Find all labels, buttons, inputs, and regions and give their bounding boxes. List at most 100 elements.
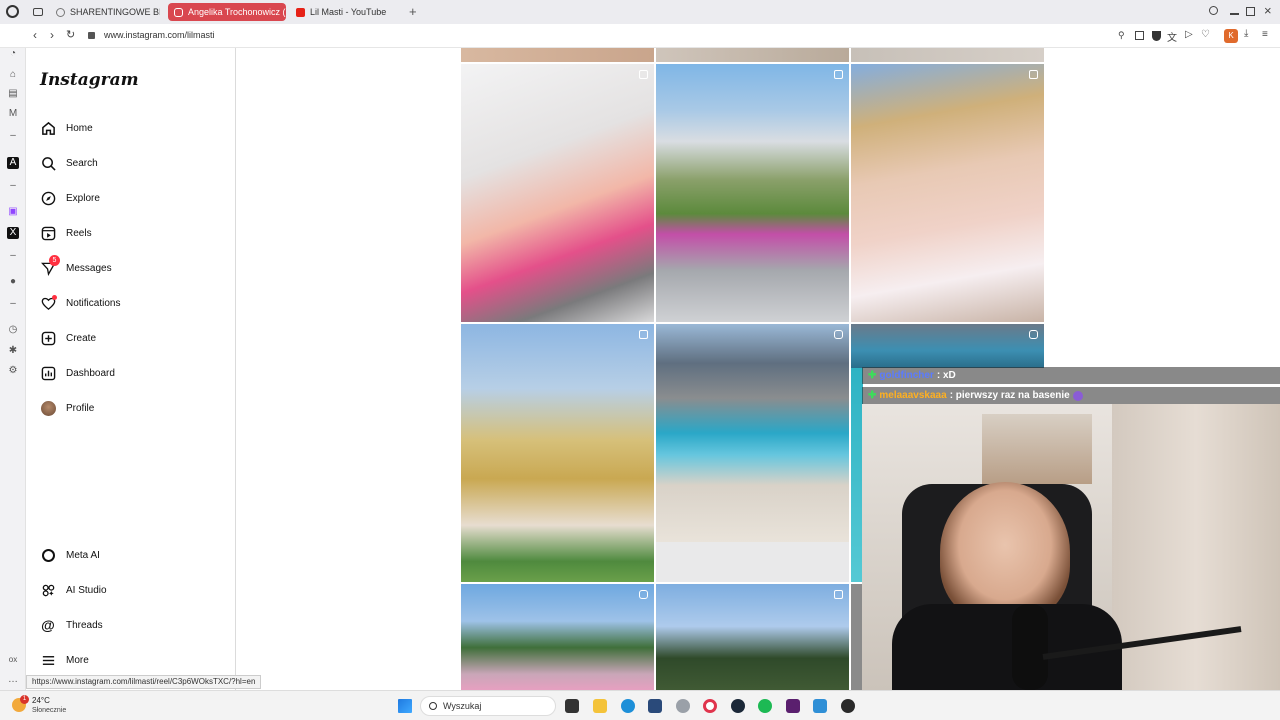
opera-icon[interactable] bbox=[703, 699, 717, 713]
aria-icon[interactable]: ◔ bbox=[7, 48, 19, 60]
post-thumbnail[interactable] bbox=[851, 48, 1044, 62]
nav-notifications[interactable]: Notifications bbox=[40, 295, 120, 311]
ox-icon[interactable]: ox bbox=[7, 654, 19, 666]
shield-icon[interactable] bbox=[1152, 31, 1161, 41]
chatgpt-icon[interactable]: ▤ bbox=[7, 88, 19, 100]
post-thumbnail[interactable] bbox=[461, 584, 654, 690]
post-thumbnail[interactable] bbox=[851, 324, 1044, 368]
file-explorer-icon[interactable] bbox=[593, 699, 607, 713]
nav-label: Reels bbox=[66, 227, 92, 239]
app-icon[interactable] bbox=[841, 699, 855, 713]
weather-temp[interactable]: 24°C bbox=[32, 696, 50, 705]
search-icon bbox=[429, 702, 437, 710]
post-thumbnail[interactable] bbox=[656, 584, 849, 690]
twitch-icon[interactable]: ▣ bbox=[7, 206, 19, 218]
search-icon bbox=[40, 155, 56, 171]
store-icon[interactable] bbox=[648, 699, 662, 713]
post-thumbnail[interactable] bbox=[461, 64, 654, 322]
browser-tab-bar: SHARENTINGOWE BINGO Angelika Trochonowic… bbox=[0, 0, 1280, 24]
more-icon[interactable]: … bbox=[7, 674, 19, 686]
restore-icon[interactable] bbox=[1246, 7, 1255, 16]
download-icon[interactable]: ⤓ bbox=[1244, 28, 1248, 39]
tab-label: SHARENTINGOWE BINGO bbox=[70, 7, 160, 17]
tab-label: Angelika Trochonowicz ( bbox=[188, 7, 286, 17]
nav-messages[interactable]: 5 Messages bbox=[40, 255, 112, 276]
post-thumbnail[interactable] bbox=[656, 48, 849, 62]
edge-icon[interactable] bbox=[621, 699, 635, 713]
post-thumbnail[interactable] bbox=[656, 324, 849, 542]
post-thumbnail[interactable] bbox=[461, 48, 654, 62]
steam-icon[interactable] bbox=[731, 699, 745, 713]
post-thumbnail[interactable] bbox=[461, 324, 654, 582]
nav-reels[interactable]: Reels bbox=[40, 225, 92, 241]
divider-icon: – bbox=[10, 298, 16, 309]
notification-dot bbox=[52, 295, 57, 300]
chat-text: : xD bbox=[936, 370, 956, 381]
app-icon[interactable]: A bbox=[7, 157, 19, 169]
nav-home[interactable]: Home bbox=[40, 120, 93, 136]
nav-create[interactable]: Create bbox=[40, 330, 96, 346]
pin-icon[interactable]: ⚲ bbox=[1118, 30, 1125, 41]
nav-label: Search bbox=[66, 157, 98, 169]
player-icon[interactable]: ▷ bbox=[1185, 29, 1193, 40]
instagram-sidebar: Instagram Home Search Explore Reels 5 Me… bbox=[26, 48, 236, 690]
tab-instagram[interactable]: Angelika Trochonowicz ( bbox=[168, 3, 286, 21]
windows-taskbar: 1 24°C Słonecznie Wyszukaj bbox=[0, 690, 1280, 720]
nav-meta-ai[interactable]: Meta AI bbox=[40, 547, 100, 563]
easy-setup-icon[interactable]: ≡ bbox=[1262, 29, 1268, 40]
notepad-icon[interactable] bbox=[813, 699, 827, 713]
nav-search[interactable]: Search bbox=[40, 155, 98, 171]
spotify-icon[interactable] bbox=[758, 699, 772, 713]
weather-desc: Słonecznie bbox=[32, 707, 67, 714]
instagram-logo[interactable]: Instagram bbox=[40, 70, 139, 90]
search-tabs-icon[interactable] bbox=[1209, 6, 1218, 15]
tab-list-icon[interactable] bbox=[33, 8, 43, 16]
post-thumbnail[interactable] bbox=[656, 64, 849, 322]
settings-icon[interactable]: ⚙ bbox=[7, 365, 19, 377]
nav-explore[interactable]: Explore bbox=[40, 190, 100, 206]
new-tab-icon[interactable]: + bbox=[409, 4, 417, 19]
history-icon[interactable]: ◷ bbox=[7, 324, 19, 336]
post-thumbnail[interactable] bbox=[656, 542, 849, 582]
reel-icon bbox=[639, 590, 648, 599]
nav-label: Profile bbox=[66, 402, 95, 414]
taskbar-search[interactable]: Wyszukaj bbox=[420, 696, 556, 716]
nav-more[interactable]: More bbox=[40, 652, 89, 668]
tab-sharentingowe-bingo[interactable]: SHARENTINGOWE BINGO bbox=[50, 3, 160, 21]
nav-label: Explore bbox=[66, 192, 100, 204]
nav-label: Messages bbox=[66, 262, 112, 274]
heart-icon[interactable]: ♡ bbox=[1201, 29, 1210, 40]
reload-icon[interactable]: ↻ bbox=[66, 28, 75, 41]
spotify-icon[interactable]: ● bbox=[7, 276, 19, 288]
plus-square-icon bbox=[40, 330, 56, 346]
nav-threads[interactable]: @ Threads bbox=[40, 617, 103, 633]
minimize-icon[interactable] bbox=[1230, 13, 1239, 15]
url-field[interactable]: www.instagram.com/lilmasti bbox=[104, 30, 215, 40]
mail-icon[interactable]: M bbox=[7, 108, 19, 120]
start-icon[interactable] bbox=[398, 699, 412, 713]
snapshot-icon[interactable] bbox=[1135, 31, 1144, 40]
lock-icon bbox=[88, 32, 95, 39]
tab-youtube[interactable]: Lil Masti - YouTube bbox=[290, 3, 400, 21]
task-view-icon[interactable] bbox=[565, 699, 579, 713]
forward-icon[interactable]: › bbox=[50, 28, 54, 42]
close-icon[interactable]: × bbox=[1264, 3, 1272, 18]
ai-studio-icon bbox=[40, 582, 56, 598]
profile-avatar[interactable]: K bbox=[1224, 29, 1238, 43]
carousel-icon bbox=[834, 70, 843, 79]
back-icon[interactable]: ‹ bbox=[33, 28, 37, 42]
opera-menu-icon[interactable] bbox=[6, 5, 19, 18]
workspaces-icon[interactable]: ⌂ bbox=[7, 69, 19, 81]
nav-label: Threads bbox=[66, 619, 103, 631]
nav-dashboard[interactable]: Dashboard bbox=[40, 365, 115, 381]
divider-icon: – bbox=[10, 180, 16, 191]
extensions-icon[interactable]: ✱ bbox=[7, 345, 19, 357]
settings-app-icon[interactable] bbox=[676, 699, 690, 713]
translate-icon[interactable]: 文 bbox=[1167, 29, 1177, 44]
emote-icon bbox=[1072, 390, 1083, 401]
post-thumbnail[interactable] bbox=[851, 64, 1044, 322]
nav-profile[interactable]: Profile bbox=[40, 400, 94, 416]
nzxt-icon[interactable] bbox=[786, 699, 800, 713]
nav-ai-studio[interactable]: AI Studio bbox=[40, 582, 107, 598]
x-icon[interactable]: X bbox=[7, 227, 19, 239]
